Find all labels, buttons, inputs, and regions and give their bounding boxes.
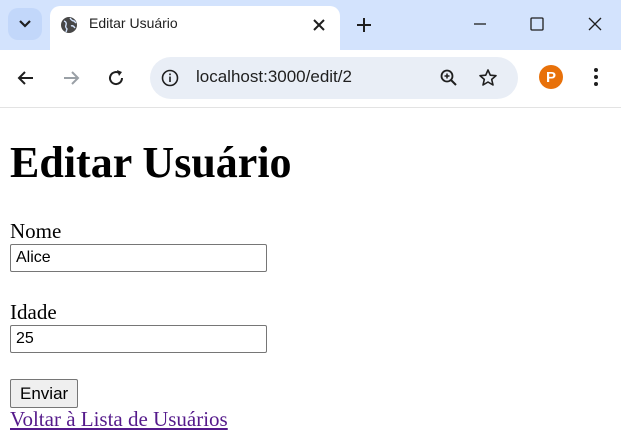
window-close-icon[interactable] <box>587 16 603 32</box>
zoom-in-icon[interactable] <box>439 68 459 88</box>
page-title: Editar Usuário <box>10 138 292 187</box>
back-arrow-icon[interactable] <box>16 68 36 88</box>
address-bar[interactable]: localhost:3000/edit/2 <box>150 57 518 99</box>
minimize-icon[interactable] <box>472 16 488 32</box>
name-input[interactable] <box>10 244 267 272</box>
url-text[interactable]: localhost:3000/edit/2 <box>196 67 352 87</box>
globe-icon <box>61 17 77 33</box>
tab-strip: Editar Usuário <box>0 0 621 50</box>
browser-toolbar: localhost:3000/edit/2 P <box>0 50 621 108</box>
active-tab[interactable]: Editar Usuário <box>50 6 340 50</box>
name-label: Nome <box>10 219 62 243</box>
profile-avatar[interactable]: P <box>539 65 563 89</box>
profile-initial: P <box>545 68 556 86</box>
plus-icon[interactable] <box>355 16 373 34</box>
info-icon[interactable] <box>161 69 179 87</box>
chevron-down-icon <box>19 20 31 28</box>
tab-title: Editar Usuário <box>89 15 178 31</box>
bookmark-star-icon[interactable] <box>478 68 498 88</box>
tab-search-button[interactable] <box>8 8 42 40</box>
age-input[interactable] <box>10 325 267 353</box>
reload-icon[interactable] <box>106 68 126 88</box>
close-icon[interactable] <box>310 16 328 34</box>
age-label: Idade <box>10 300 57 324</box>
back-to-list-link[interactable]: Voltar à Lista de Usuários <box>10 407 228 432</box>
maximize-icon[interactable] <box>529 16 545 32</box>
more-vertical-icon[interactable] <box>587 67 605 87</box>
submit-button[interactable]: Enviar <box>10 379 79 408</box>
forward-arrow-icon[interactable] <box>61 68 81 88</box>
